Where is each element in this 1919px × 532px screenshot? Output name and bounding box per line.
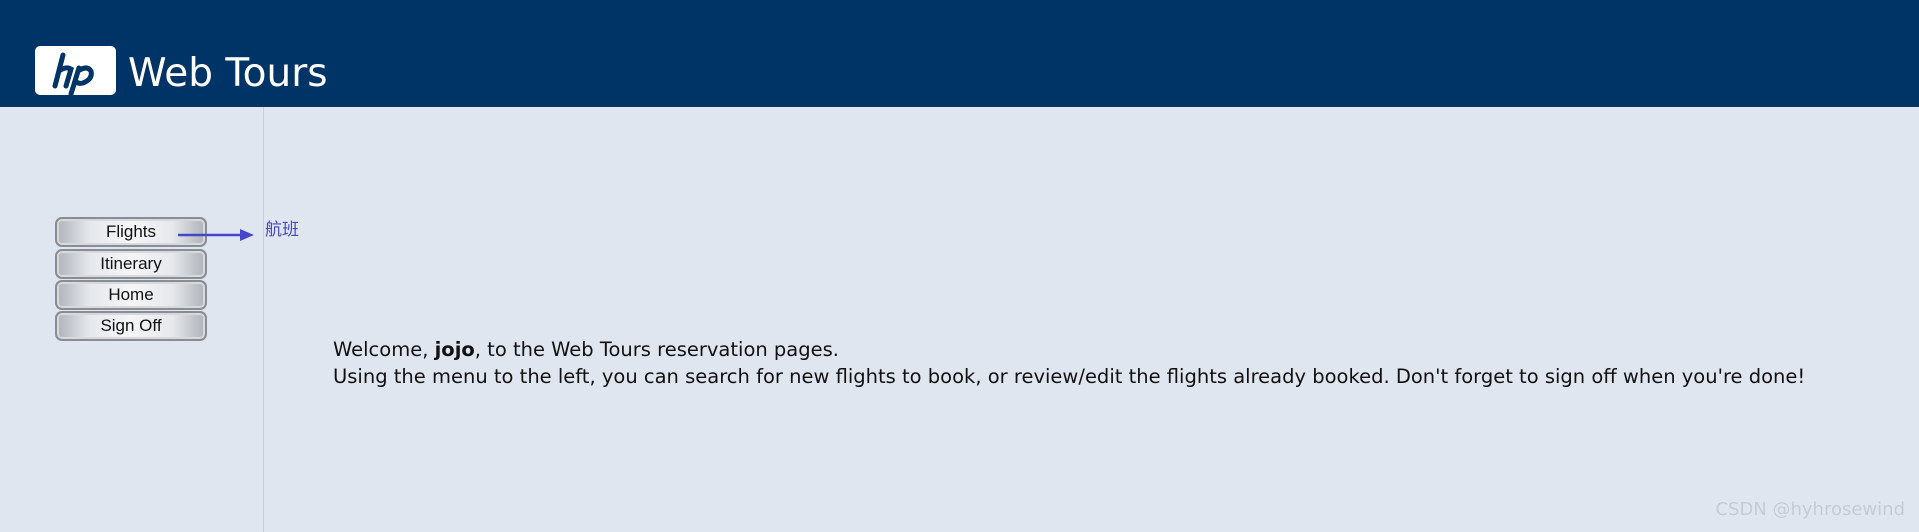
username: jojo [434,338,475,361]
watermark: CSDN @hyhrosewind [1715,499,1905,520]
welcome-prefix: Welcome, [333,338,435,361]
welcome-line: Welcome, jojo, to the Web Tours reservat… [333,336,1805,363]
hp-logo [35,46,116,95]
hp-logo-icon [52,52,94,95]
welcome-suffix: , to the Web Tours reservation pages. [474,338,839,361]
welcome-content: Welcome, jojo, to the Web Tours reservat… [333,336,1805,390]
app-title: Web Tours [128,51,328,96]
itinerary-button[interactable]: Itinerary [55,249,207,279]
instructions-text: Using the menu to the left, you can sear… [333,365,1806,388]
arrow-right-icon [178,229,254,241]
annotation-label: 航班 [265,220,299,240]
sign-off-button[interactable]: Sign Off [55,311,207,341]
home-button[interactable]: Home [55,280,207,310]
app-header: Web Tours [0,0,1919,107]
